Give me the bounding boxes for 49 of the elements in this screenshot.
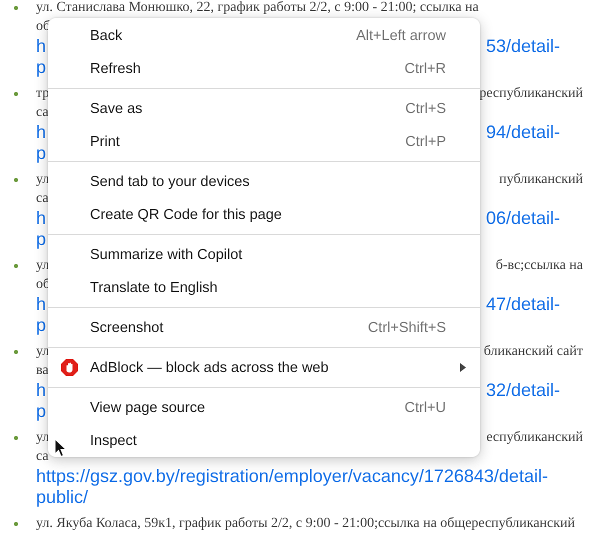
link-text[interactable]: 47/detail- bbox=[486, 294, 560, 315]
body-text: публиканский bbox=[499, 172, 583, 188]
stop-hand-icon bbox=[61, 359, 78, 376]
link-text[interactable]: h bbox=[36, 36, 46, 57]
body-text: республиканский bbox=[479, 86, 583, 102]
menu-item[interactable]: Refresh Ctrl+R bbox=[48, 52, 480, 85]
bullet-icon bbox=[14, 436, 18, 440]
bullet-icon bbox=[14, 350, 18, 354]
link-text[interactable]: h bbox=[36, 380, 46, 401]
body-text: ул. Якуба Коласа, 59к1, график работы 2/2, с 9:00 - 21:00;ссылка на общереспубликанский bbox=[36, 516, 576, 532]
menu-item[interactable]: View page source Ctrl+U bbox=[48, 391, 480, 424]
link-text[interactable]: h bbox=[36, 294, 46, 315]
bullet-icon bbox=[14, 6, 18, 10]
link-text[interactable]: 94/detail- bbox=[486, 122, 560, 143]
menu-item[interactable]: Print Ctrl+P bbox=[48, 125, 480, 158]
link-text[interactable]: 53/detail- bbox=[486, 36, 560, 57]
link-text[interactable]: p bbox=[36, 315, 46, 336]
menu-item[interactable]: Send tab to your devices bbox=[48, 165, 480, 198]
body-text: еспубликанский bbox=[486, 430, 583, 446]
body-text: са bbox=[36, 448, 49, 464]
body-text: са bbox=[36, 104, 49, 120]
body-text: са bbox=[36, 190, 49, 206]
link-text[interactable]: public/ bbox=[36, 487, 88, 508]
menu-item[interactable]: AdBlock — block ads across the web bbox=[48, 351, 480, 384]
bullet-icon bbox=[14, 92, 18, 96]
link-text[interactable]: p bbox=[36, 143, 46, 164]
link-text[interactable]: 06/detail- bbox=[486, 208, 560, 229]
link-text[interactable]: h bbox=[36, 122, 46, 143]
menu-item[interactable]: Inspect bbox=[48, 424, 480, 457]
menu-item[interactable]: Translate to English bbox=[48, 271, 480, 304]
menu-item[interactable]: Screenshot Ctrl+Shift+S bbox=[48, 311, 480, 344]
menu-item[interactable]: Summarize with Copilot bbox=[48, 238, 480, 271]
menu-item[interactable]: Save as Ctrl+S bbox=[48, 92, 480, 125]
link-text[interactable]: p bbox=[36, 57, 46, 78]
bullet-icon bbox=[14, 178, 18, 182]
bullet-icon bbox=[14, 522, 18, 526]
link-text[interactable]: h bbox=[36, 208, 46, 229]
link-text[interactable]: p bbox=[36, 401, 46, 422]
link-text[interactable]: 32/detail- bbox=[486, 380, 560, 401]
body-text: б-вс;ссылка на bbox=[496, 258, 583, 274]
menu-item[interactable]: Create QR Code for this page bbox=[48, 198, 480, 231]
bullet-icon bbox=[14, 264, 18, 268]
body-text: ул. Станислава Монюшко, 22, график работы 2/2, с 9:00 - 21:00; ссылка на bbox=[36, 0, 479, 16]
link-text[interactable]: p bbox=[36, 229, 46, 250]
menu-item[interactable]: Back Alt+Left arrow bbox=[48, 19, 480, 52]
link-text[interactable]: https://gsz.gov.by/registration/employer/vacancy/1726843/detail- bbox=[36, 466, 548, 487]
body-text: ва bbox=[36, 362, 49, 378]
body-text: бликанский сайт bbox=[484, 344, 583, 360]
submenu-arrow-icon bbox=[460, 363, 466, 372]
